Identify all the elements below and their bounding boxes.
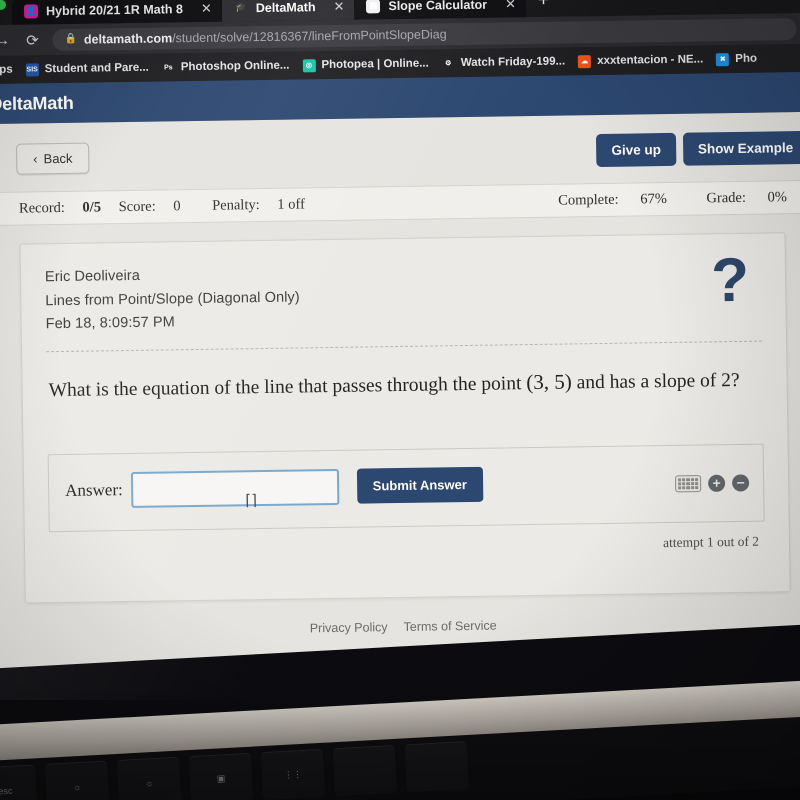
divider	[46, 340, 763, 353]
tab-title: Slope Calculator	[388, 0, 488, 13]
back-label: Back	[43, 150, 73, 167]
score-stat: Score: 0	[118, 197, 181, 215]
bookmark-label: Photopea | Online...	[321, 57, 429, 72]
tab-title: Hybrid 20/21 1R Math 8	[45, 1, 183, 18]
key-f5	[332, 744, 398, 797]
browser-tab-1[interactable]: 👤 Hybrid 20/21 1R Math 8 ✕	[11, 0, 222, 25]
bookmark-label: Watch Friday-199...	[460, 55, 566, 70]
bookmark-photopea[interactable]: ◎ Photopea | Online...	[302, 57, 429, 72]
close-icon[interactable]: ✕	[505, 0, 516, 12]
forward-icon[interactable]: →	[0, 32, 13, 49]
page-toolbar: ‹ Back Give up Show Example	[0, 112, 800, 176]
page-body: ‹ Back Give up Show Example Record: 0/5 …	[0, 111, 800, 709]
key-esc: esc	[0, 764, 38, 800]
show-example-button[interactable]: Show Example	[682, 130, 800, 166]
key-f3: ▣	[188, 752, 254, 800]
browser-tab-2[interactable]: 🎓 DeltaMath ✕	[221, 0, 355, 22]
soundcloud-icon: ☁	[578, 54, 592, 68]
give-up-button[interactable]: Give up	[596, 132, 677, 168]
question-part-1: What is the equation of the line that pa…	[48, 372, 527, 402]
reload-icon[interactable]: ⟳	[22, 31, 42, 49]
zoom-in-icon[interactable]: +	[707, 474, 726, 492]
problem-meta: Eric Deoliveira Lines from Point/Slope (…	[45, 256, 762, 337]
bookmark-label: Pho	[735, 52, 758, 65]
bookmark-student-and-parent[interactable]: SIS Student and Pare...	[25, 61, 149, 77]
bookmark-photoshop-online[interactable]: Ps Photoshop Online...	[162, 59, 290, 74]
question-point: (3, 5)	[526, 369, 572, 394]
laptop-screen: 👤 Hybrid 20/21 1R Math 8 ✕ 🎓 DeltaMath ✕…	[0, 0, 800, 709]
zoom-out-icon[interactable]: −	[731, 474, 750, 492]
problem-card: ? Eric Deoliveira Lines from Point/Slope…	[19, 232, 791, 604]
person-icon: 👤	[23, 3, 39, 19]
privacy-policy-link[interactable]: Privacy Policy	[310, 620, 388, 635]
penalty-value: 1 off	[277, 195, 305, 213]
deltamath-icon: 🎓	[235, 2, 247, 13]
browser-tab-3[interactable]: ▦ Slope Calculator ✕	[354, 0, 527, 20]
chevron-left-icon: ‹	[33, 151, 38, 167]
question-part-2: and has a slope of 2?	[571, 369, 740, 394]
bookmark-label: xxxtentacion - NE...	[597, 53, 704, 68]
new-tab-button[interactable]: +	[526, 0, 561, 15]
grade-stat: Grade: 0%	[706, 188, 788, 206]
help-question-mark-icon[interactable]: ?	[711, 246, 750, 316]
bookmark-photos[interactable]: ✖ Pho	[716, 52, 757, 66]
photoshop-icon: Ps	[163, 63, 173, 71]
record-stat: Record: 0/5	[18, 198, 102, 217]
text-cursor-icon: ⌈⌉	[245, 492, 258, 510]
attempt-counter: attempt 1 out of 2	[662, 533, 760, 550]
submit-answer-button[interactable]: Submit Answer	[356, 467, 484, 504]
close-icon[interactable]: ✕	[201, 0, 212, 16]
film-icon: ⚙	[445, 60, 452, 68]
bookmark-label: Student and Pare...	[44, 61, 149, 76]
sis-icon: SIS	[25, 62, 39, 77]
photopea-icon: ◎	[302, 58, 316, 72]
complete-stat: Complete: 67%	[558, 190, 667, 209]
answer-input[interactable]	[130, 468, 340, 508]
photo-of-laptop-screen: 👤 Hybrid 20/21 1R Math 8 ✕ 🎓 DeltaMath ✕…	[0, 0, 800, 800]
bookmark-xxxtentacion[interactable]: ☁ xxxtentacion - NE...	[578, 53, 703, 68]
url-path: /student/solve/12816367/lineFromPointSlo…	[172, 26, 447, 45]
penalty-stat: Penalty: 1 off	[212, 195, 305, 214]
photos-icon: ✖	[716, 52, 730, 66]
terms-of-service-link[interactable]: Terms of Service	[403, 619, 496, 634]
answer-label: Answer:	[65, 479, 123, 500]
complete-value: 67%	[640, 190, 667, 207]
window-zoom-dot[interactable]	[0, 0, 7, 10]
url-domain: deltamath.com	[83, 30, 173, 47]
question-text: What is the equation of the line that pa…	[46, 363, 762, 406]
grade-value: 0%	[767, 188, 788, 206]
bookmark-watch-friday[interactable]: ⚙ Watch Friday-199...	[442, 55, 566, 70]
lock-icon: 🔒	[64, 33, 78, 45]
key-f1: ☼	[45, 760, 110, 800]
close-icon[interactable]: ✕	[333, 0, 344, 14]
apps-shortcut[interactable]: Apps	[0, 64, 13, 76]
keyboard-icon[interactable]	[675, 474, 702, 493]
calculator-icon: ▦	[366, 0, 381, 13]
record-value: 0/5	[82, 198, 102, 216]
bookmark-label: Photoshop Online...	[180, 59, 290, 74]
deltamath-logo[interactable]: DeltaMath	[0, 92, 74, 114]
key-f6	[404, 741, 470, 793]
score-value: 0	[173, 197, 181, 214]
tab-title: DeltaMath	[255, 0, 316, 15]
answer-area: Answer: ⌈⌉ Submit Answer + −	[47, 443, 765, 532]
status-bar: Record: 0/5 Score: 0 Penalty: 1 off Comp…	[0, 179, 800, 227]
back-button[interactable]: ‹ Back	[16, 142, 90, 175]
answer-tools: + −	[675, 474, 750, 493]
key-f4: ⋮⋮	[260, 748, 326, 800]
key-f2: ☼	[116, 756, 182, 800]
